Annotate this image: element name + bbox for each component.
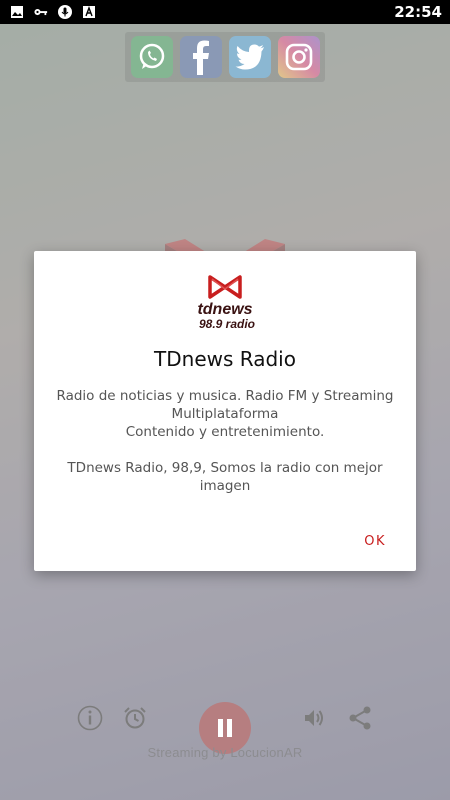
image-icon bbox=[10, 5, 24, 19]
clock-time: 22:54 bbox=[394, 3, 442, 21]
text-a-icon bbox=[82, 5, 96, 19]
dialog-message-line: Radio de noticias y musica. Radio FM y S… bbox=[56, 388, 394, 422]
about-dialog: tdnews 98.9 radio TDnews Radio Radio de … bbox=[34, 251, 416, 571]
status-bar: 22:54 bbox=[0, 0, 450, 24]
ok-button[interactable]: OK bbox=[364, 534, 386, 549]
status-icons bbox=[10, 4, 96, 20]
logo-text-top: tdnews bbox=[197, 301, 252, 318]
key-icon bbox=[34, 5, 48, 19]
dialog-message-line: TDnews Radio, 98,9, Somos la radio con m… bbox=[67, 460, 383, 494]
microphone-icon bbox=[58, 5, 72, 19]
dialog-title: TDnews Radio bbox=[154, 347, 296, 371]
dialog-message: Radio de noticias y musica. Radio FM y S… bbox=[54, 387, 396, 495]
tdnews-logo: tdnews 98.9 radio bbox=[190, 273, 260, 333]
logo-text-bottom: 98.9 radio bbox=[199, 317, 255, 331]
dialog-message-line: Contenido y entretenimiento. bbox=[125, 424, 325, 440]
